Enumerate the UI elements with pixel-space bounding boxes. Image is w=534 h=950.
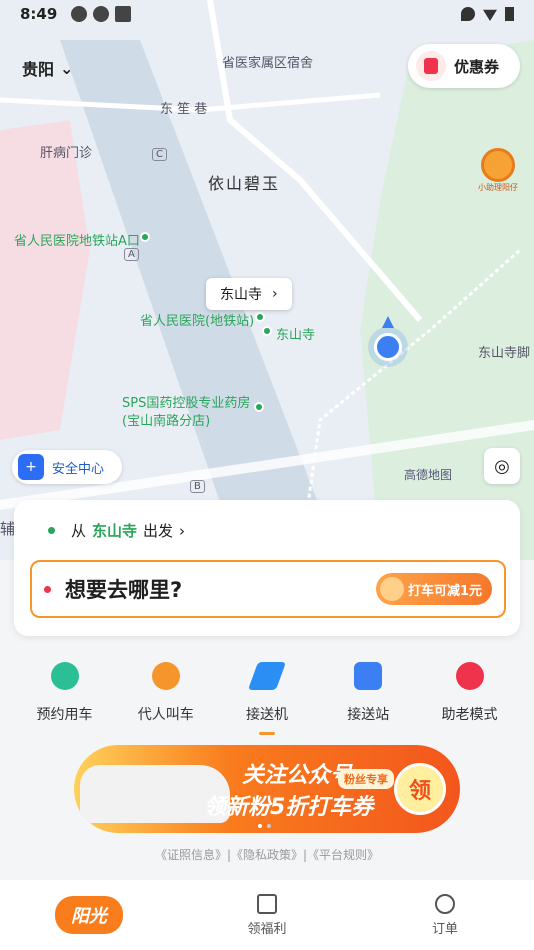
destination-input[interactable]: 想要去哪里? 打车可减1元 [30, 560, 506, 618]
service-label: 预约用车 [36, 707, 93, 723]
banner-subline: 领新粉5折打车券 [204, 795, 374, 820]
shield-icon: + [18, 454, 44, 480]
destination-placeholder: 想要去哪里? [65, 578, 183, 602]
service-grid: 预约用车 代人叫车 接送机 接送站 助老模式 [14, 660, 520, 735]
active-indicator [259, 732, 275, 735]
coupon-button[interactable]: 优惠券 [408, 44, 520, 88]
locate-me-button[interactable]: ◎ [484, 448, 520, 484]
city-label: 贵阳 [22, 60, 55, 79]
map-label-metro-a: 省人民医院地铁站A口 [14, 234, 140, 249]
chevron-right-icon: › [272, 286, 278, 302]
service-label: 接送机 [246, 707, 288, 723]
banner-headline: 关注公众号 [242, 763, 353, 788]
legal-links[interactable]: 《证照信息》|《隐私政策》|《平台规则》 [0, 846, 534, 863]
poi-marker[interactable] [255, 312, 265, 322]
bottom-tab-bar: 阳光 领福利 订单 [0, 880, 534, 950]
map-label-dongshansi: 东山寺 [276, 328, 316, 343]
map-exit-a: A [124, 248, 139, 261]
map-label-pharmacy: SPS国药控股专业药房 [122, 396, 251, 411]
orders-icon [435, 893, 455, 914]
tab-benefits[interactable]: 领福利 [178, 880, 356, 950]
map-label-clinic: 肝病门诊 [40, 146, 93, 161]
red-packet-icon [416, 51, 446, 81]
safety-center-label: 安全中心 [52, 461, 105, 477]
ride-request-card: 从 东山寺 出发 › 想要去哪里? 打车可减1元 [14, 500, 520, 636]
people-icon [151, 662, 180, 690]
service-label: 代人叫车 [137, 707, 194, 723]
claim-button[interactable]: 领 [394, 763, 446, 815]
safety-center-button[interactable]: + 安全中心 [12, 450, 122, 484]
service-ride-for-others[interactable]: 代人叫车 [115, 660, 216, 735]
clock-icon [50, 662, 79, 690]
app-notification-icon [115, 6, 132, 22]
app-notification-icon [93, 6, 110, 22]
pickup-place: 东山寺 [92, 522, 138, 540]
mascot-icon [481, 148, 515, 182]
tab-orders-label: 订单 [431, 921, 458, 937]
crosshair-icon: ◎ [494, 455, 510, 477]
tab-home-label: 阳光 [55, 896, 123, 934]
map-label-compound: 依山碧玉 [208, 174, 281, 193]
promo-banner[interactable]: 关注公众号 粉丝专享 领新粉5折打车券 领 [74, 745, 460, 833]
map-label-park: 东山寺脚 [478, 346, 531, 361]
poi-marker[interactable] [262, 326, 272, 336]
location-icon [461, 7, 475, 21]
poi-marker[interactable] [254, 402, 264, 412]
banner-tag: 粉丝专享 [338, 769, 394, 789]
service-elderly-mode[interactable]: 助老模式 [419, 660, 520, 735]
mascot-assistant[interactable]: 小助理阳仔 [478, 148, 518, 196]
pickup-callout[interactable]: 东山寺 › [206, 278, 292, 310]
map-view[interactable]: 8:49 贵阳 ⌄ 优惠券 省医家属区宿舍 东 笙 巷 肝病门诊 C 依山碧玉 … [0, 0, 534, 560]
wifi-icon [483, 9, 497, 21]
current-location-marker [374, 333, 402, 361]
service-label: 助老模式 [441, 707, 498, 723]
carousel-dots [258, 824, 271, 828]
map-exit-c: C [152, 148, 167, 161]
tab-home[interactable]: 阳光 [0, 880, 178, 950]
map-label-lane: 东 笙 巷 [160, 102, 208, 117]
pickup-prefix: 从 [71, 522, 87, 540]
train-icon [354, 662, 383, 690]
chevron-down-icon: ⌄ [60, 58, 74, 78]
service-scheduled-ride[interactable]: 预约用车 [14, 660, 115, 735]
heart-icon [455, 662, 484, 690]
coupon-label: 优惠券 [454, 57, 500, 76]
map-brand-logo: 高德地图 [404, 468, 453, 482]
mascot-label: 小助理阳仔 [478, 183, 518, 192]
status-bar: 8:49 [0, 0, 534, 28]
tab-benefits-label: 领福利 [247, 921, 287, 937]
chevron-right-icon: › [179, 521, 186, 540]
pickup-suffix: 出发 [143, 522, 174, 540]
gift-icon [257, 893, 277, 914]
heading-arrow-icon [382, 316, 394, 328]
map-label-edge: 辅 [0, 520, 16, 538]
map-exit-b: B [190, 480, 205, 493]
service-airport-transfer[interactable]: 接送机 [217, 660, 318, 735]
map-label-dorm: 省医家属区宿舍 [222, 56, 314, 71]
discount-badge[interactable]: 打车可减1元 [375, 573, 492, 605]
map-label-station: 省人民医院(地铁站) [140, 314, 255, 329]
tab-orders[interactable]: 订单 [356, 880, 534, 950]
destination-dot-icon [44, 585, 51, 593]
pickup-row[interactable]: 从 东山寺 出发 › [48, 520, 185, 541]
map-label-pharmacy-branch: (宝山南路分店) [122, 414, 211, 429]
app-notification-icon [71, 6, 88, 22]
service-label: 接送站 [347, 707, 390, 723]
pickup-dot-icon [48, 527, 55, 534]
poi-marker[interactable] [140, 232, 150, 242]
discount-label: 打车可减1元 [407, 583, 482, 599]
clock: 8:49 [20, 5, 58, 23]
battery-icon [505, 7, 514, 21]
airplane-icon [247, 662, 287, 690]
coin-icon [379, 577, 404, 601]
city-selector[interactable]: 贵阳 ⌄ [22, 56, 73, 80]
pickup-callout-label: 东山寺 [220, 287, 262, 303]
service-station-transfer[interactable]: 接送站 [318, 660, 419, 735]
